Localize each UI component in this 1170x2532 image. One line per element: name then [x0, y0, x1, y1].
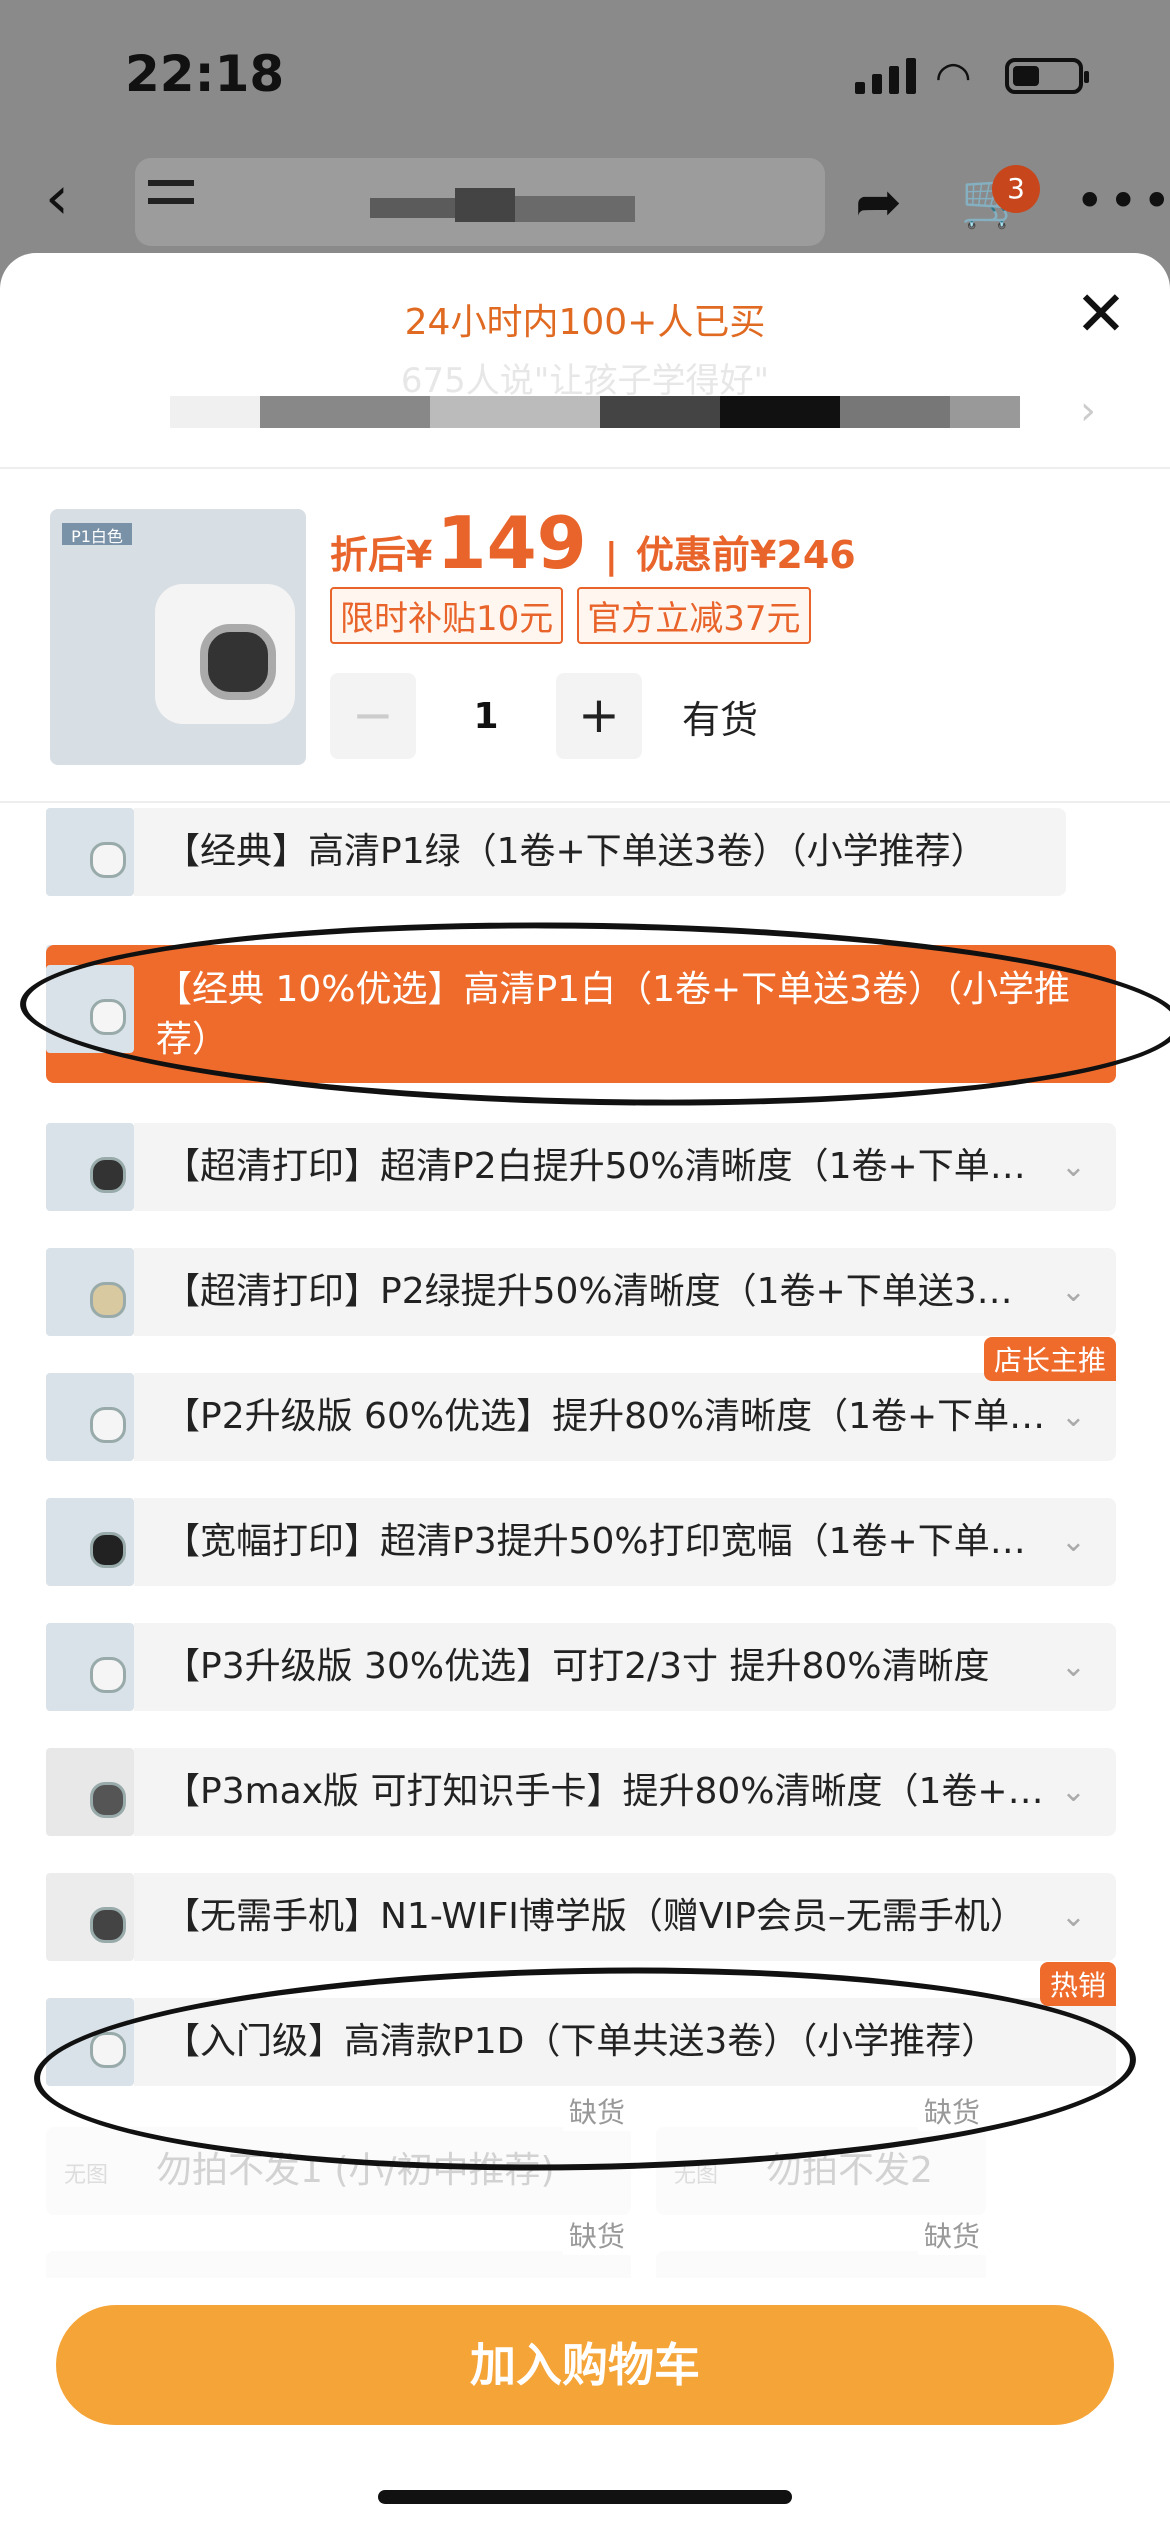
- out-of-stock-flag: 缺货: [562, 2215, 631, 2255]
- sku-thumbnail: [46, 1373, 134, 1461]
- redacted-text: [370, 198, 460, 218]
- printer-lens-graphic: [200, 624, 276, 700]
- redacted-text: [455, 188, 515, 222]
- chevron-down-icon[interactable]: ⌄: [1061, 1149, 1086, 1184]
- chevron-down-icon[interactable]: ⌄: [1061, 1524, 1086, 1559]
- cart-count-badge: 3: [992, 165, 1040, 213]
- sku-option-pill: 【P3升级版 30%优选】可打2/3寸 提升80%清晰度 ⌄: [134, 1623, 1116, 1711]
- stock-status: 有货: [682, 697, 759, 742]
- signal-icon: [855, 58, 916, 94]
- menu-icon[interactable]: [148, 180, 194, 224]
- back-icon[interactable]: ‹: [45, 168, 69, 228]
- battery-icon: [1005, 58, 1089, 94]
- final-price: 149: [436, 501, 587, 585]
- promo-faded-text: 675人说"让孩子学得好": [400, 361, 770, 401]
- close-icon[interactable]: ✕: [1075, 283, 1127, 345]
- top-nav: ‹ ➦ 🛒 •••: [0, 150, 1170, 260]
- sku-option-pill: 【超清打印】超清P2白提升50%清晰度（1卷+下单送3卷） ⌄: [134, 1123, 1116, 1211]
- sku-thumbnail: [46, 1748, 134, 1836]
- original-price-label: 优惠前: [635, 533, 750, 577]
- currency-symbol: ¥: [406, 533, 433, 577]
- redacted-text: [515, 196, 635, 222]
- sku-option-label: 【P3升级版 30%优选】可打2/3寸 提升80%清晰度: [164, 1646, 990, 1687]
- sku-option-label: 【宽幅打印】超清P3提升50%打印宽幅（1卷+下单送3卷）: [164, 1521, 1046, 1562]
- original-price: ¥246: [749, 533, 856, 577]
- discount-tag: 官方立减37元: [577, 587, 811, 644]
- share-icon[interactable]: ➦: [855, 170, 902, 235]
- no-image-label: 无图: [64, 2163, 109, 2188]
- reviewer-strip: [170, 396, 1020, 428]
- promo-text: 24小时内100+人已买: [404, 302, 766, 343]
- quantity-stepper: − 1 + 有货: [330, 673, 758, 759]
- divider: [0, 467, 1170, 469]
- sku-option-pill: 【P3max版 可打知识手卡】提升80%清晰度（1卷+下单送3卷） ⌄: [134, 1748, 1116, 1836]
- add-to-cart-button[interactable]: 加入购物车: [56, 2305, 1114, 2425]
- increase-button[interactable]: +: [556, 673, 642, 759]
- chevron-down-icon[interactable]: ⌄: [1061, 1774, 1086, 1809]
- sku-option-pill: 【经典】高清P1绿（1卷+下单送3卷）（小学推荐）: [134, 808, 1066, 896]
- discount-tags: 限时补贴10元 官方立减37元: [330, 587, 811, 644]
- sku-option-label: 【超清打印】超清P2白提升50%清晰度（1卷+下单送3卷）: [164, 1146, 1046, 1187]
- recommend-badge: 店长主推: [983, 1337, 1116, 1381]
- status-time: 22:18: [125, 45, 285, 103]
- chevron-down-icon[interactable]: ⌄: [1061, 1399, 1086, 1434]
- decrease-button[interactable]: −: [330, 673, 416, 759]
- price-prefix: 折后: [330, 533, 407, 577]
- sku-option-pill: 【宽幅打印】超清P3提升50%打印宽幅（1卷+下单送3卷） ⌄: [134, 1498, 1116, 1586]
- chevron-down-icon[interactable]: ⌄: [1061, 1274, 1086, 1309]
- discount-tag: 限时补贴10元: [330, 587, 564, 644]
- chevron-right-icon[interactable]: ›: [1080, 388, 1096, 434]
- chevron-down-icon[interactable]: ⌄: [1061, 1649, 1086, 1684]
- divider: [0, 801, 1170, 803]
- sku-option-label: 【P2升级版 60%优选】提升80%清晰度（1卷+下单送3卷）: [164, 1396, 1046, 1437]
- more-icon[interactable]: •••: [1075, 172, 1170, 230]
- sku-thumbnail: [46, 1873, 134, 1961]
- search-bar[interactable]: [135, 158, 825, 246]
- annotation-circle: [18, 912, 1170, 1116]
- price-row: 折后 ¥ 149 | 优惠前 ¥246: [330, 501, 856, 585]
- sku-option-label: 【经典】高清P1绿（1卷+下单送3卷）（小学推荐）: [164, 831, 987, 872]
- sku-thumbnail: [46, 1498, 134, 1586]
- sku-option-label: 【无需手机】N1-WIFI博学版（赠VIP会员–无需手机）: [164, 1896, 1026, 1937]
- sku-option-label: 【超清打印】P2绿提升50%清晰度（1卷+下单送3卷）: [164, 1271, 1046, 1312]
- sku-option-pill: 【P2升级版 60%优选】提升80%清晰度（1卷+下单送3卷） ⌄: [134, 1373, 1116, 1461]
- product-image-label: P1白色: [62, 523, 132, 546]
- product-image[interactable]: P1白色: [50, 509, 306, 765]
- sku-thumbnail: [46, 1623, 134, 1711]
- sku-option-label: 【P3max版 可打知识手卡】提升80%清晰度（1卷+下单送3卷）: [164, 1771, 1046, 1812]
- sku-selector-sheet: 24小时内100+人已买 675人说"让孩子学得好" › ✕ P1白色 折后 ¥…: [0, 253, 1170, 2532]
- status-bar: 22:18 ◠: [0, 0, 1170, 150]
- chevron-down-icon[interactable]: ⌄: [1061, 1899, 1086, 1934]
- home-indicator: [378, 2490, 792, 2504]
- sku-thumbnail: [46, 808, 134, 896]
- sku-thumbnail: [46, 1123, 134, 1211]
- price-separator: |: [604, 536, 618, 577]
- sku-thumbnail: [46, 1248, 134, 1336]
- sku-option-pill: 【超清打印】P2绿提升50%清晰度（1卷+下单送3卷） ⌄: [134, 1248, 1116, 1336]
- out-of-stock-flag: 缺货: [917, 2215, 986, 2255]
- quantity-value[interactable]: 1: [416, 696, 556, 737]
- hot-sale-badge: 热销: [1039, 1962, 1116, 2006]
- wifi-icon: ◠: [935, 52, 972, 101]
- sku-option-pill: 【无需手机】N1-WIFI博学版（赠VIP会员–无需手机） ⌄: [134, 1873, 1116, 1961]
